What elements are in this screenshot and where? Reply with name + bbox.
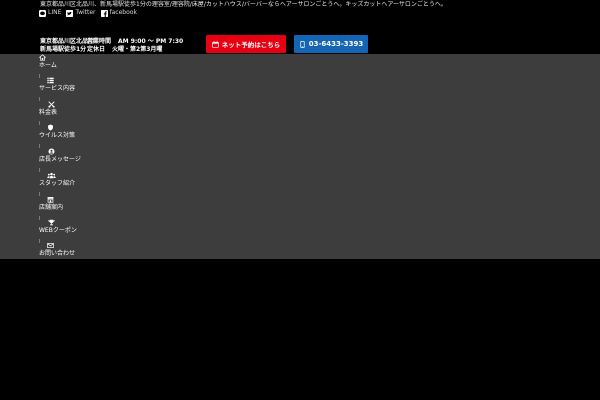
phone-button-label: 03-6433-3393 (308, 40, 364, 48)
trophy-icon (48, 219, 55, 226)
nav-item-message[interactable]: 店長メッセージ (39, 148, 99, 168)
user-icon (48, 148, 55, 155)
shop-address: 東京都品川区北品川 (40, 38, 95, 45)
twitter-icon (66, 9, 74, 17)
nav-label-services: サービス内容 (39, 85, 76, 92)
nav-label-coupon: WEBクーポン (39, 227, 77, 234)
users-icon (47, 172, 56, 179)
shop-icon (47, 196, 54, 203)
facebook-icon (100, 9, 108, 17)
reserve-button-label: ネット予約はこちら (221, 41, 281, 49)
virus-shield-icon (47, 124, 54, 131)
social-link-facebook[interactable]: facebook (100, 9, 137, 17)
nav-item-services[interactable]: サービス内容 (39, 77, 99, 97)
nav-item-coupon[interactable]: WEBクーポン (39, 219, 99, 239)
social-link-line[interactable]: LINE (39, 9, 61, 17)
nav-item-price[interactable]: 料金表 (39, 101, 99, 121)
phone-button[interactable]: 03-6433-3393 (294, 35, 368, 53)
nav-label-shop: 店舗案内 (39, 204, 64, 211)
nav-item-shop[interactable]: 店舗案内 (39, 196, 99, 216)
scissors-icon (48, 101, 55, 108)
phone-icon (299, 40, 306, 48)
nav-item-home[interactable]: ホーム (39, 54, 99, 74)
line-icon (39, 9, 46, 17)
social-label-twitter: Twitter (75, 9, 96, 16)
social-link-twitter[interactable]: Twitter (66, 9, 96, 17)
hours-value: AM 9:00 ～ PM 7:30 (118, 38, 184, 45)
reserve-button[interactable]: ネット予約はこちら (206, 35, 286, 53)
calendar-icon (211, 40, 219, 48)
nav-label-virus: ウイルス対策 (39, 132, 76, 139)
shop-access: 新馬場駅徒歩1分 (40, 46, 87, 53)
shop-info: 東京都品川区北品川 営業時間 AM 9:00 ～ PM 7:30 新馬場駅徒歩1… (40, 38, 183, 54)
mail-icon (47, 242, 54, 249)
page: 東京都品川区北品川、新馬場駅徒歩1分の理容室/理容院/床屋/カットハウス/バーバ… (0, 0, 600, 400)
closed-value: 火曜・第2第3月曜 (112, 46, 163, 53)
header-tagline: 東京都品川区北品川、新馬場駅徒歩1分の理容室/理容院/床屋/カットハウス/バーバ… (40, 1, 447, 8)
nav-item-staff[interactable]: スタッフ紹介 (39, 172, 99, 192)
hours-label: 営業時間 (87, 38, 112, 45)
nav-label-staff: スタッフ紹介 (39, 180, 76, 187)
nav-label-price: 料金表 (39, 109, 58, 116)
nav-item-contact[interactable]: お問い合わせ (39, 242, 99, 262)
social-links: LINE Twitter facebook (39, 9, 137, 17)
nav-item-virus[interactable]: ウイルス対策 (39, 124, 99, 144)
home-icon (39, 54, 46, 61)
nav-label-message: 店長メッセージ (39, 156, 81, 163)
social-label-line: LINE (48, 9, 62, 16)
nav-label-home: ホーム (39, 62, 57, 69)
nav-label-contact: お問い合わせ (39, 250, 76, 257)
social-label-facebook: facebook (109, 9, 137, 16)
closed-label: 定休日 (87, 46, 106, 53)
list-icon (47, 77, 54, 84)
